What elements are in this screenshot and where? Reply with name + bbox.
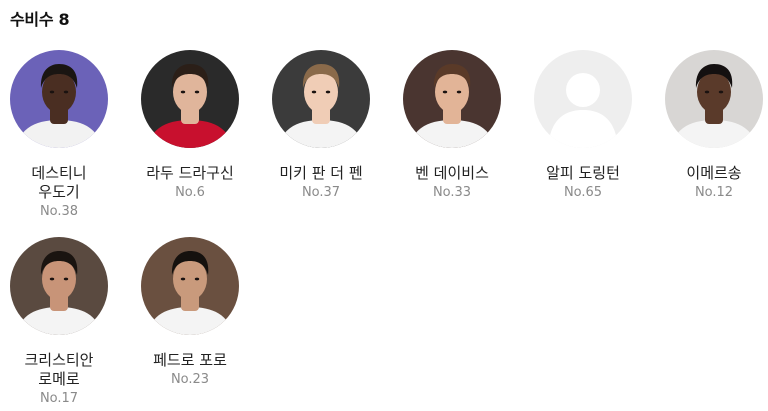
- player-number: No.37: [301, 185, 341, 200]
- player-name[interactable]: 데스티니 우도기: [11, 164, 107, 202]
- player-name[interactable]: 이메르송: [666, 164, 762, 183]
- player-number: No.12: [694, 185, 734, 200]
- player-avatar[interactable]: [141, 50, 239, 148]
- player-card[interactable]: 미키 판 더 펜 No.37: [256, 50, 386, 201]
- player-number: No.38: [39, 204, 79, 219]
- player-card[interactable]: 데스티니 우도기 No.38: [0, 50, 124, 220]
- player-card[interactable]: 벤 데이비스 No.33: [387, 50, 517, 201]
- player-avatar[interactable]: [403, 50, 501, 148]
- section-title: 수비수 8: [10, 10, 70, 29]
- player-name[interactable]: 벤 데이비스: [404, 164, 500, 183]
- player-card[interactable]: 알피 도링턴 No.65: [518, 50, 648, 201]
- default-avatar-icon[interactable]: [534, 50, 632, 148]
- player-number: No.33: [432, 185, 472, 200]
- player-name[interactable]: 크리스티안 로메로: [11, 351, 107, 389]
- player-card[interactable]: 페드로 포로 No.23: [125, 237, 255, 388]
- player-name[interactable]: 알피 도링턴: [535, 164, 631, 183]
- player-card[interactable]: 라두 드라구신 No.6: [125, 50, 255, 201]
- player-name[interactable]: 라두 드라구신: [142, 164, 238, 183]
- player-number: No.17: [39, 391, 79, 406]
- player-avatar[interactable]: [665, 50, 763, 148]
- player-avatar[interactable]: [272, 50, 370, 148]
- player-avatar[interactable]: [10, 237, 108, 335]
- player-avatar[interactable]: [10, 50, 108, 148]
- player-name[interactable]: 페드로 포로: [142, 351, 238, 370]
- player-name[interactable]: 미키 판 더 펜: [273, 164, 369, 183]
- player-card[interactable]: 이메르송 No.12: [649, 50, 768, 201]
- player-avatar[interactable]: [141, 237, 239, 335]
- player-card[interactable]: 크리스티안 로메로 No.17: [0, 237, 124, 407]
- player-number: No.65: [563, 185, 603, 200]
- player-number: No.23: [170, 372, 210, 387]
- player-number: No.6: [175, 185, 205, 200]
